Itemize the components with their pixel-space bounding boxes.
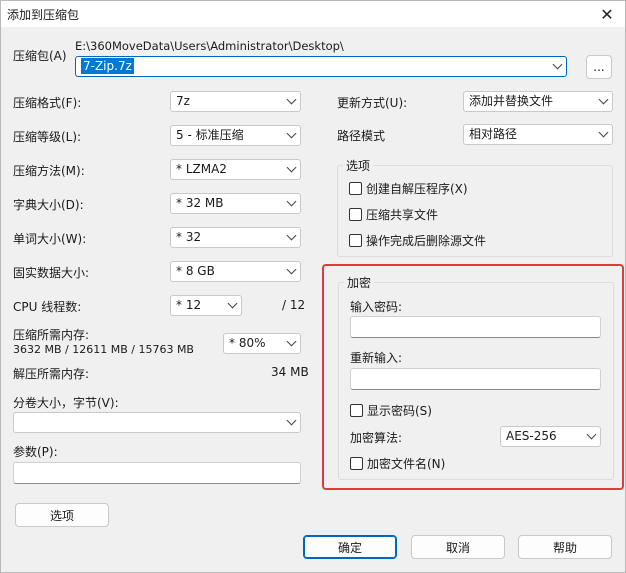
archive-name-combo[interactable]: 7-Zip.7z bbox=[75, 56, 567, 77]
mem-comp-label: 压缩所需内存: bbox=[13, 328, 90, 342]
method-label: 压缩方法(M): bbox=[13, 164, 85, 178]
help-button-label: 帮助 bbox=[552, 540, 577, 555]
cancel-button-label: 取消 bbox=[445, 540, 470, 555]
chevron-down-icon bbox=[227, 298, 238, 309]
checkbox-box bbox=[349, 208, 362, 221]
mem-decomp-value: 34 MB bbox=[271, 365, 309, 379]
archive-name-value: 7-Zip.7z bbox=[81, 58, 134, 74]
level-label: 压缩等级(L): bbox=[13, 130, 82, 144]
params-label: 参数(P): bbox=[13, 445, 58, 459]
format-combo[interactable]: 7z bbox=[170, 91, 301, 112]
close-icon: ✕ bbox=[600, 4, 614, 24]
encryption-method-label: 加密算法: bbox=[350, 431, 403, 445]
chevron-down-icon bbox=[286, 128, 297, 139]
delete-checkbox[interactable]: 操作完成后删除源文件 bbox=[349, 232, 486, 249]
threads-total: / 12 bbox=[282, 298, 306, 312]
chevron-down-icon bbox=[286, 230, 297, 241]
chevron-down-icon bbox=[286, 264, 297, 275]
chevron-down-icon bbox=[286, 415, 297, 426]
options-button[interactable]: 选项 bbox=[15, 503, 109, 527]
mem-comp-detail: 3632 MB / 12611 MB / 15763 MB bbox=[13, 343, 194, 356]
pathmode-label: 路径模式 bbox=[337, 129, 386, 143]
word-label: 单词大小(W): bbox=[13, 232, 87, 246]
browse-button[interactable]: ... bbox=[586, 55, 612, 79]
threads-value: * 12 bbox=[176, 298, 202, 312]
delete-label: 操作完成后删除源文件 bbox=[366, 234, 487, 248]
encrypt-names-checkbox[interactable]: 加密文件名(N) bbox=[350, 455, 445, 472]
chevron-down-icon bbox=[598, 94, 609, 105]
mem-comp-value: * 80% bbox=[229, 336, 266, 350]
encryption-method-combo[interactable]: AES-256 bbox=[500, 426, 601, 447]
browse-button-label: ... bbox=[593, 60, 605, 74]
window-title: 添加到压缩包 bbox=[7, 8, 80, 22]
update-label: 更新方式(U): bbox=[337, 96, 408, 110]
chevron-down-icon bbox=[286, 196, 297, 207]
chevron-down-icon bbox=[552, 59, 563, 70]
help-button[interactable]: 帮助 bbox=[518, 535, 612, 559]
solid-label: 固实数据大小: bbox=[13, 266, 90, 280]
params-input[interactable] bbox=[13, 462, 301, 484]
encryption-group-title: 加密 bbox=[344, 274, 375, 291]
close-button[interactable]: ✕ bbox=[589, 1, 625, 27]
title-bar: 添加到压缩包 ✕ bbox=[1, 1, 625, 27]
ok-button-label: 确定 bbox=[337, 540, 362, 555]
dict-label: 字典大小(D): bbox=[13, 198, 84, 212]
options-group-title: 选项 bbox=[343, 157, 374, 174]
sfx-label: 创建自解压程序(X) bbox=[366, 182, 468, 196]
threads-label: CPU 线程数: bbox=[13, 300, 82, 314]
dict-value: * 32 MB bbox=[176, 196, 224, 210]
reenter-label: 重新输入: bbox=[350, 351, 403, 365]
chevron-down-icon bbox=[598, 127, 609, 138]
show-password-checkbox[interactable]: 显示密码(S) bbox=[350, 402, 432, 419]
word-value: * 32 bbox=[176, 230, 202, 244]
format-value: 7z bbox=[176, 94, 190, 108]
chevron-down-icon bbox=[586, 429, 597, 440]
level-combo[interactable]: 5 - 标准压缩 bbox=[170, 125, 301, 146]
solid-value: * 8 GB bbox=[176, 264, 215, 278]
method-combo[interactable]: * LZMA2 bbox=[170, 159, 301, 180]
ok-button[interactable]: 确定 bbox=[303, 535, 397, 559]
volume-label: 分卷大小，字节(V): bbox=[13, 396, 119, 410]
mem-comp-combo[interactable]: * 80% bbox=[223, 333, 301, 354]
shared-checkbox[interactable]: 压缩共享文件 bbox=[349, 206, 438, 223]
word-combo[interactable]: * 32 bbox=[170, 227, 301, 248]
password-input[interactable] bbox=[350, 316, 601, 338]
update-combo[interactable]: 添加并替换文件 bbox=[463, 91, 613, 112]
checkbox-box bbox=[350, 457, 363, 470]
checkbox-box bbox=[349, 182, 362, 195]
update-value: 添加并替换文件 bbox=[469, 94, 554, 108]
password-label: 输入密码: bbox=[350, 300, 403, 314]
method-value: * LZMA2 bbox=[176, 162, 227, 176]
mem-decomp-label: 解压所需内存: bbox=[13, 367, 90, 381]
archive-label: 压缩包(A) bbox=[13, 49, 67, 63]
volume-combo[interactable] bbox=[13, 412, 301, 433]
level-value: 5 - 标准压缩 bbox=[176, 128, 244, 142]
chevron-down-icon bbox=[286, 162, 297, 173]
pathmode-combo[interactable]: 相对路径 bbox=[463, 124, 613, 145]
sfx-checkbox[interactable]: 创建自解压程序(X) bbox=[349, 180, 468, 197]
checkbox-box bbox=[350, 404, 363, 417]
pathmode-value: 相对路径 bbox=[469, 127, 518, 141]
encrypt-names-label: 加密文件名(N) bbox=[367, 457, 446, 471]
add-to-archive-dialog: 添加到压缩包 ✕ 压缩包(A) E:\360MoveData\Users\Adm… bbox=[0, 0, 626, 573]
chevron-down-icon bbox=[286, 336, 297, 347]
cancel-button[interactable]: 取消 bbox=[411, 535, 505, 559]
archive-path: E:\360MoveData\Users\Administrator\Deskt… bbox=[75, 39, 344, 53]
dict-combo[interactable]: * 32 MB bbox=[170, 193, 301, 214]
shared-label: 压缩共享文件 bbox=[366, 208, 439, 222]
format-label: 压缩格式(F): bbox=[13, 96, 82, 110]
encryption-method-value: AES-256 bbox=[506, 429, 557, 443]
checkbox-box bbox=[349, 234, 362, 247]
show-password-label: 显示密码(S) bbox=[367, 404, 432, 418]
reenter-password-input[interactable] bbox=[350, 368, 601, 390]
threads-combo[interactable]: * 12 bbox=[170, 295, 242, 316]
solid-combo[interactable]: * 8 GB bbox=[170, 261, 301, 282]
options-button-label: 选项 bbox=[49, 508, 74, 523]
chevron-down-icon bbox=[286, 94, 297, 105]
